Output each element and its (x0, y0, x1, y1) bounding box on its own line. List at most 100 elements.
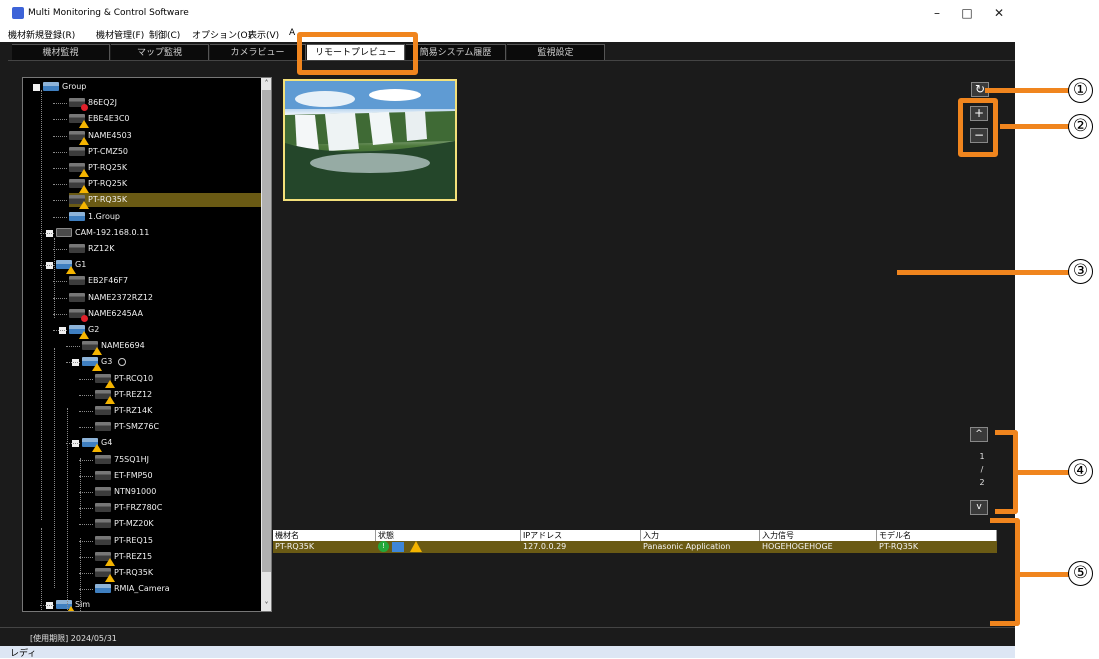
tree-connector (53, 135, 67, 137)
tree-item[interactable]: 75SQ1HJ (95, 453, 149, 467)
tree-item[interactable]: RZ12K (69, 242, 114, 256)
tree-item-label: EB2F46F7 (88, 276, 129, 286)
col-ip[interactable]: IPアドレス (521, 530, 641, 541)
tree-item-label: PT-REQ15 (114, 535, 153, 545)
tree-item[interactable]: NTN91000 (95, 485, 156, 499)
projector-error-icon (69, 308, 88, 322)
tree-item[interactable]: PT-RQ35K (69, 193, 265, 210)
app-logo-icon (12, 7, 24, 19)
menu-control[interactable]: 制御(C) (149, 28, 180, 41)
page-down-button[interactable]: v (970, 500, 988, 515)
cell-device-name[interactable]: PT-RQ35K (273, 541, 376, 553)
tree-item[interactable]: 86EQ2J (69, 96, 117, 112)
tab-device-monitor[interactable]: 機材監視 (12, 44, 110, 60)
tree-item[interactable]: PT-CMZ50 (69, 145, 128, 159)
close-button[interactable]: ✕ (982, 4, 1016, 22)
maximize-button[interactable]: □ (950, 4, 984, 22)
tree-item[interactable]: PT-RCQ10 (95, 372, 153, 388)
tree-item[interactable]: Group (43, 80, 86, 94)
tab-camera-view[interactable]: カメラビュー (210, 44, 306, 60)
tree-item[interactable]: PT-REQ15 (95, 534, 153, 548)
projector-icon (95, 422, 111, 432)
tree-connector (79, 508, 93, 510)
tree-guide-line (80, 538, 81, 611)
projector-warning-icon (69, 114, 89, 129)
tree-item[interactable]: CAM-192.168.0.11 (56, 226, 149, 240)
scroll-down-arrow-icon[interactable]: ˅ (261, 600, 271, 611)
tree-item[interactable]: PT-REZ12 (95, 388, 152, 404)
display-icon (69, 276, 85, 286)
col-status[interactable]: 状態 (376, 530, 521, 541)
tree-item[interactable]: PT-RQ35K (95, 566, 154, 582)
cell-status[interactable]: ! (376, 541, 521, 553)
tree-item[interactable]: RMIA_Camera (95, 582, 170, 596)
cell-ip[interactable]: 127.0.0.29 (521, 541, 641, 553)
tree-scroll-thumb[interactable] (262, 90, 271, 572)
tree-item[interactable]: PT-RQ25K (69, 161, 127, 177)
col-device-name[interactable]: 機材名 (273, 530, 376, 541)
tab-system-history[interactable]: 簡易システム履歴 (406, 44, 506, 60)
tree-item-label: G1 (75, 260, 87, 270)
tree-scrollbar[interactable]: ˄ ˅ (261, 78, 271, 611)
tree-item[interactable]: NAME2372RZ12 (69, 291, 153, 305)
license-expiry: [使用期限] 2024/05/31 (30, 634, 117, 643)
tab-map-monitor[interactable]: マップ監視 (111, 44, 209, 60)
tree-connector (79, 459, 93, 461)
menu-about[interactable]: A (289, 28, 295, 38)
tree-item[interactable]: PT-MZ20K (95, 517, 154, 531)
page-current: 1 (979, 452, 985, 461)
device-tree[interactable]: Group 86EQ2J EBE4E3C0 NAME4503 PT-CMZ50 PT-RQ… (22, 77, 272, 612)
tree-item-label: PT-RQ35K (114, 568, 154, 577)
col-input[interactable]: 入力 (641, 530, 760, 541)
minimize-button[interactable]: – (920, 4, 954, 22)
tree-item[interactable]: G3 (82, 355, 127, 372)
menu-register[interactable]: 機材新規登録(R) (8, 28, 75, 41)
col-signal[interactable]: 入力信号 (760, 530, 877, 541)
folder-icon (43, 82, 59, 91)
tree-item[interactable]: PT-FRZ780C (95, 501, 162, 515)
callout-line-5 (1020, 572, 1070, 577)
table-highlight-frame (990, 518, 1020, 626)
tree-item[interactable]: G1 (56, 258, 87, 275)
scroll-up-arrow-icon[interactable]: ˄ (261, 78, 271, 89)
cell-model[interactable]: PT-RQ35K (877, 541, 997, 553)
menu-option[interactable]: オプション(O) (192, 28, 251, 41)
tree-item[interactable]: PT-RQ25K (69, 177, 127, 194)
callout-1: ① (1068, 78, 1093, 103)
tree-item-label: NAME4503 (88, 130, 132, 140)
tree-item[interactable]: G2 (69, 323, 99, 339)
cell-input[interactable]: Panasonic Application (641, 541, 760, 553)
cell-signal[interactable]: HOGEHOGEHOGE (760, 541, 877, 553)
tree-item[interactable]: PT-SMZ76C (95, 420, 159, 434)
tree-item[interactable]: 1.Group (69, 210, 120, 224)
status-text: レディ (10, 649, 37, 659)
display-icon (95, 454, 111, 464)
tree-item-label: NAME6245AA (88, 308, 143, 318)
tree-item[interactable]: EB2F46F7 (69, 274, 128, 288)
menu-view[interactable]: 表示(V) (248, 28, 279, 41)
tree-item[interactable]: PT-REZ15 (95, 550, 152, 566)
tree-connector (79, 589, 93, 591)
col-model[interactable]: モデル名 (877, 530, 997, 541)
tree-item[interactable]: NAME6245AA (69, 307, 143, 322)
tree-item[interactable]: EBE4E3C0 (69, 112, 130, 129)
tree-item[interactable]: NAME4503 (69, 129, 132, 145)
tree-item-label: PT-FRZ780C (114, 503, 163, 513)
tree-item[interactable]: G4 (82, 436, 112, 453)
menu-manage[interactable]: 機材管理(F) (96, 28, 144, 41)
tree-item[interactable]: ET-FMP50 (95, 469, 153, 483)
tree-item-label: G3 (101, 357, 113, 367)
remote-preview-thumbnail[interactable] (283, 79, 457, 201)
folder-icon (95, 584, 111, 594)
tree-item-label: ET-FMP50 (114, 470, 153, 480)
camera-icon (56, 227, 72, 237)
tab-monitor-settings[interactable]: 監視設定 (507, 44, 605, 60)
tree-item-label: PT-MZ20K (114, 519, 154, 529)
callout-5: ⑤ (1068, 561, 1093, 586)
page-up-button[interactable]: ^ (970, 427, 988, 442)
tree-item[interactable]: NAME6694 (82, 339, 145, 356)
tree-expander-icon[interactable] (33, 84, 40, 91)
tree-item[interactable]: PT-RZ14K (95, 404, 152, 418)
tree-item[interactable]: Sim (56, 598, 90, 611)
waterfall-image (285, 81, 455, 199)
